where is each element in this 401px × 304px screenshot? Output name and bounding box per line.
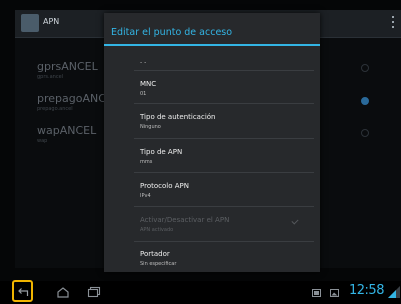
overflow-menu-icon[interactable] bbox=[392, 16, 395, 30]
apn-name: prepagoANCE bbox=[37, 92, 113, 105]
setting-value: Sin especificar bbox=[140, 261, 177, 267]
apn-list-item-prepago[interactable]: prepagoANCE prepago.ancel bbox=[37, 92, 113, 112]
apn-list-item-wap[interactable]: wapANCEL wap bbox=[37, 124, 96, 144]
setting-label: Protocolo APN bbox=[140, 182, 189, 190]
setting-label: Activar/Desactivar el APN bbox=[140, 216, 230, 224]
screenshot-notification-icon[interactable] bbox=[312, 289, 321, 297]
gallery-notification-icon[interactable] bbox=[330, 289, 339, 297]
setting-value: Ninguno bbox=[140, 124, 161, 130]
app-icon[interactable] bbox=[21, 14, 39, 32]
screen-title: APN bbox=[43, 17, 60, 26]
apn-radio-wap[interactable] bbox=[361, 129, 369, 137]
partial-row[interactable]: - - bbox=[104, 57, 320, 69]
setting-value: 01 bbox=[140, 91, 147, 97]
apn-name: wapANCEL bbox=[37, 124, 97, 137]
setting-row-auth-type[interactable]: Tipo de autenticación Ninguno bbox=[104, 104, 320, 138]
setting-value: mms bbox=[140, 159, 153, 165]
home-icon[interactable] bbox=[56, 286, 70, 298]
setting-row-mnc[interactable]: MNC 01 bbox=[104, 71, 320, 103]
signal-icon bbox=[388, 286, 400, 298]
back-icon bbox=[18, 288, 29, 296]
setting-label: Tipo de APN bbox=[140, 148, 183, 156]
apn-name: gprsANCEL bbox=[37, 60, 98, 73]
edit-apn-dialog: Editar el punto de acceso - - MNC 01 Tip… bbox=[104, 13, 320, 272]
apn-radio-gprs[interactable] bbox=[361, 64, 369, 72]
dialog-title-divider bbox=[104, 44, 320, 46]
apn-address: prepago.ancel bbox=[37, 106, 73, 112]
setting-label: MNC bbox=[140, 80, 157, 88]
setting-value: IPv4 bbox=[140, 193, 151, 199]
setting-label: Tipo de autenticación bbox=[140, 113, 216, 121]
setting-row-apn-type[interactable]: Tipo de APN mms bbox=[104, 139, 320, 172]
setting-value: APN activado bbox=[140, 227, 174, 233]
status-clock[interactable]: 12:58 bbox=[349, 283, 384, 298]
setting-row-bearer[interactable]: Portador Sin especificar bbox=[104, 242, 320, 272]
apn-list-item-gprs[interactable]: gprsANCEL gprs.ancel bbox=[37, 60, 98, 80]
setting-row-apn-protocol[interactable]: Protocolo APN IPv4 bbox=[104, 173, 320, 206]
back-button[interactable] bbox=[12, 280, 33, 302]
apn-address: gprs.ancel bbox=[37, 74, 64, 80]
setting-row-apn-enable[interactable]: Activar/Desactivar el APN APN activado bbox=[104, 207, 320, 241]
dialog-title: Editar el punto de acceso bbox=[111, 27, 233, 38]
checkbox-checkmark-icon[interactable] bbox=[291, 217, 299, 225]
apn-address: wap bbox=[37, 138, 48, 144]
apn-radio-prepago[interactable] bbox=[361, 97, 369, 105]
recent-apps-icon[interactable] bbox=[87, 286, 101, 298]
setting-label: Portador bbox=[140, 250, 170, 258]
partial-value: - - bbox=[140, 59, 147, 66]
